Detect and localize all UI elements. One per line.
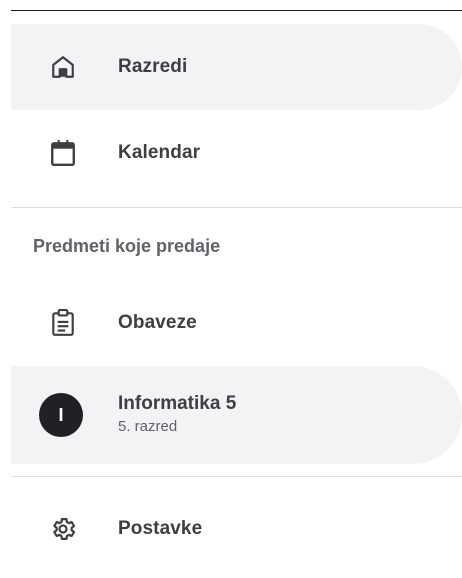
course-avatar-wrapper: I: [39, 393, 83, 437]
nav-item-calendar[interactable]: Kalendar: [11, 110, 462, 196]
clipboard-icon: [47, 307, 79, 339]
gear-icon: [47, 513, 79, 545]
course-label-block: Informatika 5 5. razred: [118, 392, 236, 438]
nav-item-todo-label: Obaveze: [118, 312, 197, 333]
avatar: I: [39, 393, 83, 437]
calendar-icon: [47, 137, 79, 169]
nav-item-classes[interactable]: Razredi: [11, 24, 462, 110]
course-subtitle: 5. razred: [118, 418, 178, 435]
nav-item-settings-label: Postavke: [118, 518, 203, 539]
navigation-drawer: Razredi Kalendar Predmeti koje predaje O…: [0, 0, 462, 578]
divider: [11, 476, 462, 477]
nav-item-course-informatika-5[interactable]: I Informatika 5 5. razred: [11, 366, 462, 464]
section-heading: Predmeti koje predaje: [33, 236, 221, 256]
divider: [11, 207, 462, 208]
home-icon: [47, 51, 79, 83]
nav-item-classes-label: Razredi: [118, 56, 188, 77]
course-title: Informatika 5: [118, 393, 237, 414]
nav-item-settings[interactable]: Postavke: [11, 486, 462, 572]
nav-item-calendar-label: Kalendar: [118, 142, 201, 163]
top-divider: [11, 10, 462, 11]
nav-item-todo[interactable]: Obaveze: [11, 280, 462, 366]
